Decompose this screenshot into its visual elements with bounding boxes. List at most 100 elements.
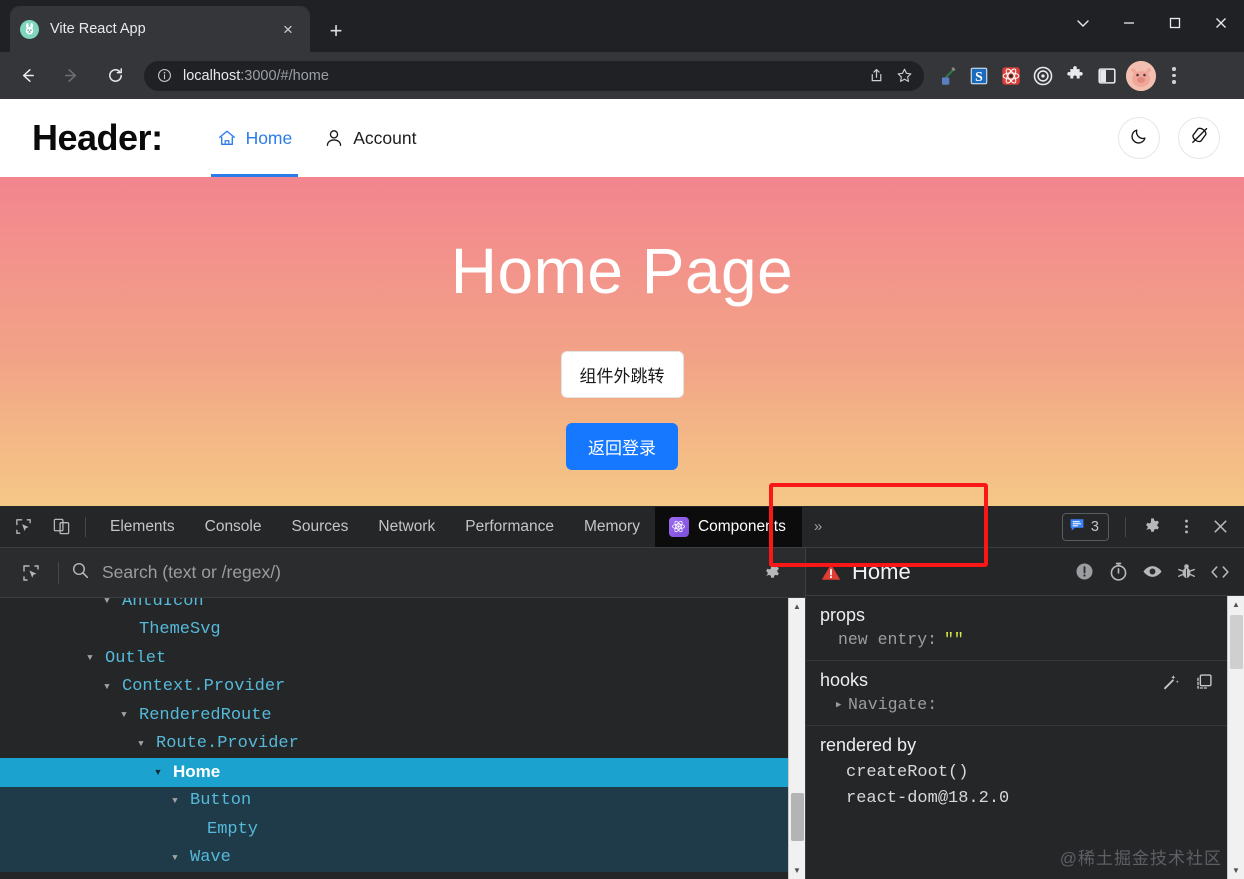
- browser-menu-icon[interactable]: [1160, 61, 1188, 91]
- back-to-login-button[interactable]: 返回登录: [566, 423, 678, 470]
- user-icon: [324, 128, 344, 148]
- magic-wand-icon[interactable]: [1159, 671, 1181, 693]
- tree-node-context-provider[interactable]: ▼ Context.Provider: [0, 673, 805, 702]
- info-circle-icon[interactable]: [156, 67, 173, 84]
- external-navigate-button[interactable]: 组件外跳转: [560, 351, 684, 398]
- maximize-icon[interactable]: [1152, 0, 1198, 46]
- puzzle-icon[interactable]: [1060, 61, 1090, 91]
- expand-triangle-icon[interactable]: ▼: [99, 598, 115, 606]
- share-icon[interactable]: [862, 62, 890, 90]
- tree-node-label: Route.Provider: [156, 734, 299, 754]
- hooks-title: hooks: [820, 670, 869, 690]
- page-title: Home Page: [450, 235, 794, 307]
- rendered-by-line[interactable]: createRoot(): [820, 760, 1213, 786]
- error-circle-icon[interactable]: [1070, 558, 1098, 586]
- tab-components[interactable]: Components: [654, 506, 802, 547]
- dark-mode-toggle[interactable]: [1118, 117, 1160, 159]
- issues-badge[interactable]: 3: [1061, 512, 1109, 541]
- tab-network[interactable]: Network: [363, 506, 450, 548]
- tree-node-renderedroute[interactable]: ▼ RenderedRoute: [0, 701, 805, 730]
- eyedropper-icon[interactable]: [932, 61, 962, 91]
- target-icon[interactable]: [1028, 61, 1058, 91]
- tree-node-outlet[interactable]: ▼ Outlet: [0, 644, 805, 673]
- devtools-close-icon[interactable]: [1204, 511, 1236, 543]
- tree-node-antdicon[interactable]: ▼ AntdIcon: [0, 598, 805, 616]
- expand-triangle-icon[interactable]: ▼: [82, 653, 98, 663]
- devtools-menu-icon[interactable]: [1170, 511, 1202, 543]
- selected-component-name: Home: [852, 558, 911, 584]
- devtools-tab-list: Elements Console Sources Network Perform…: [95, 506, 834, 548]
- scroll-down-arrow-icon[interactable]: ▼: [789, 862, 806, 879]
- expand-arrow-icon[interactable]: ▶: [836, 700, 841, 710]
- scroll-down-arrow-icon[interactable]: ▼: [1228, 862, 1244, 879]
- svg-text:S: S: [975, 69, 983, 84]
- nav-item-home[interactable]: Home: [201, 99, 309, 177]
- hooks-entry[interactable]: ▶ Navigate:: [820, 695, 1213, 714]
- scroll-up-arrow-icon[interactable]: ▲: [789, 598, 806, 615]
- profile-avatar[interactable]: [1126, 60, 1156, 91]
- inspect-element-icon[interactable]: [8, 512, 38, 542]
- tree-scrollbar[interactable]: ▲ ▼: [788, 598, 805, 879]
- code-brackets-icon[interactable]: [1206, 558, 1234, 586]
- bookmark-star-icon[interactable]: [890, 62, 918, 90]
- tree-node-themesvg[interactable]: ▼ThemeSvg: [0, 616, 805, 645]
- tab-performance[interactable]: Performance: [450, 506, 569, 548]
- new-tab-button[interactable]: +: [322, 17, 350, 45]
- bug-icon[interactable]: [1172, 558, 1200, 586]
- stylus-s-icon[interactable]: S: [964, 61, 994, 91]
- eye-icon[interactable]: [1138, 558, 1166, 586]
- tab-sources[interactable]: Sources: [277, 506, 364, 548]
- expand-triangle-icon[interactable]: ▼: [167, 796, 183, 806]
- more-tabs-chevron[interactable]: »: [802, 506, 834, 548]
- tree-node-empty[interactable]: ▼Empty: [0, 815, 805, 844]
- scroll-thumb[interactable]: [790, 792, 804, 841]
- tab-memory[interactable]: Memory: [569, 506, 655, 548]
- address-bar[interactable]: localhost:3000/#/home: [144, 60, 924, 91]
- tree-node-wave[interactable]: ▼ Wave: [0, 843, 805, 872]
- minimize-icon[interactable]: [1106, 0, 1152, 46]
- reload-button-icon[interactable]: [98, 59, 132, 93]
- scroll-thumb[interactable]: [1229, 615, 1243, 669]
- window-close-icon[interactable]: [1198, 0, 1244, 46]
- nav-item-account[interactable]: Account: [308, 99, 432, 177]
- react-devtools-icon[interactable]: [996, 61, 1026, 91]
- expand-triangle-icon[interactable]: ▼: [133, 739, 149, 749]
- forward-button-icon[interactable]: [54, 59, 88, 93]
- browser-tab[interactable]: Vite React App ×: [10, 6, 310, 52]
- close-icon[interactable]: ×: [276, 17, 300, 41]
- expand-triangle-icon[interactable]: ▼: [99, 682, 115, 692]
- expand-triangle-icon[interactable]: ▼: [150, 767, 166, 777]
- tree-node-home[interactable]: ▼ Home: [0, 758, 805, 787]
- tree-node-button[interactable]: ▼ Button: [0, 786, 805, 815]
- url-path: :3000/#/home: [240, 67, 329, 84]
- settings-gear-icon[interactable]: [1136, 511, 1168, 543]
- tree-node-label: Wave: [190, 848, 231, 868]
- expand-triangle-icon[interactable]: ▼: [167, 853, 183, 863]
- app-header: Header: Home Account: [0, 99, 1244, 177]
- search-input[interactable]: [102, 562, 741, 583]
- browser-toolbar: localhost:3000/#/home S: [0, 52, 1244, 99]
- timer-icon[interactable]: [1104, 558, 1132, 586]
- copy-icon[interactable]: [1193, 671, 1215, 693]
- expand-triangle-icon[interactable]: ▼: [116, 710, 132, 720]
- scroll-track[interactable]: [789, 615, 806, 862]
- hooks-actions: [1159, 671, 1215, 693]
- rendered-by-line[interactable]: react-dom@18.2.0: [820, 786, 1213, 812]
- scroll-track[interactable]: [1228, 613, 1244, 862]
- sidepanel-icon[interactable]: [1092, 61, 1122, 91]
- theme-picker-button[interactable]: [1178, 117, 1220, 159]
- components-settings-gear-icon[interactable]: [757, 558, 787, 588]
- device-toolbar-icon[interactable]: [46, 512, 76, 542]
- back-button-icon[interactable]: [10, 59, 44, 93]
- tab-elements[interactable]: Elements: [95, 506, 190, 548]
- props-entry[interactable]: new entry: "": [820, 630, 1213, 649]
- chevron-down-icon[interactable]: [1060, 0, 1106, 46]
- web-page-viewport: Header: Home Account Home Page 组件外跳转 返回登…: [0, 99, 1244, 506]
- tree-node-label: Outlet: [105, 648, 167, 668]
- scroll-up-arrow-icon[interactable]: ▲: [1228, 596, 1244, 613]
- details-scrollbar[interactable]: ▲ ▼: [1227, 596, 1244, 879]
- screenshot-root: Vite React App × + localhost:3000/#/home…: [0, 0, 1244, 879]
- tree-node-route-provider[interactable]: ▼ Route.Provider: [0, 730, 805, 759]
- select-element-icon[interactable]: [16, 558, 46, 588]
- tab-console[interactable]: Console: [190, 506, 277, 548]
